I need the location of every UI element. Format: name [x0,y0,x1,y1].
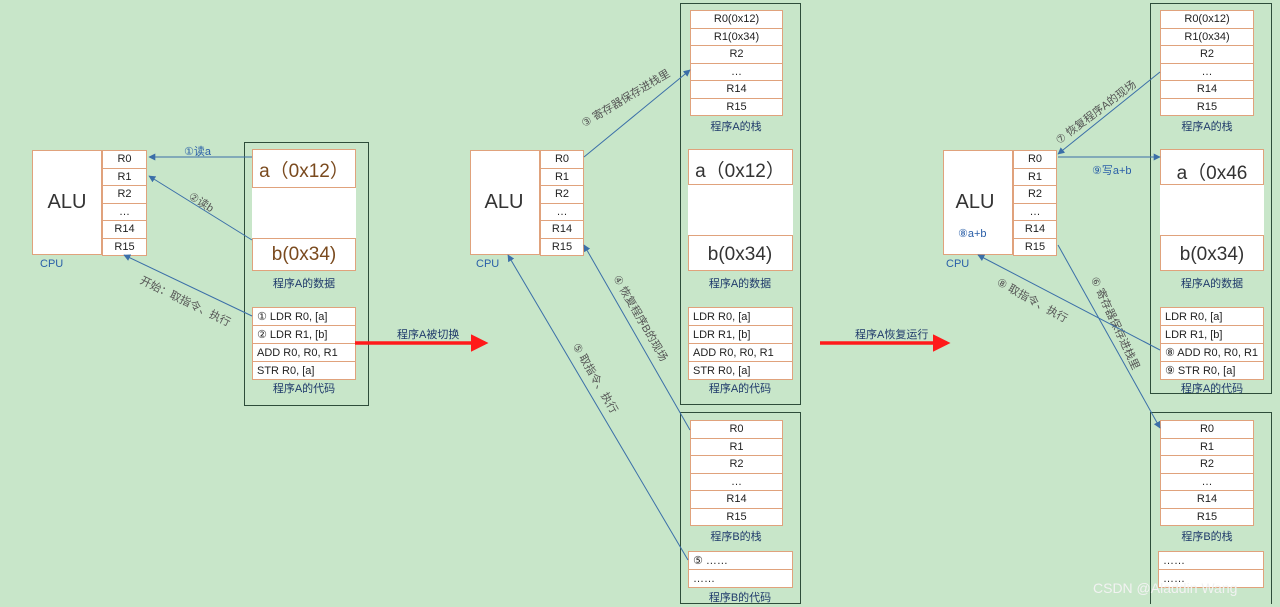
arrow-fetch-b [507,254,689,561]
arrow-fetch-a [977,254,1161,351]
arrow-start [123,254,253,317]
arrow-read-b [148,175,253,241]
diagram-stage: ALU CPU R0 R1 R2… R14 R15 a（0x12） b(0x34) 程序… [0,0,1280,607]
arrow-save-to-stack-a [583,69,691,158]
arrows-layer [123,69,1161,561]
arrow-save-to-stack-b [1057,244,1161,429]
arrow-restore-b [583,244,691,431]
arrow-restore-a [1057,71,1161,155]
